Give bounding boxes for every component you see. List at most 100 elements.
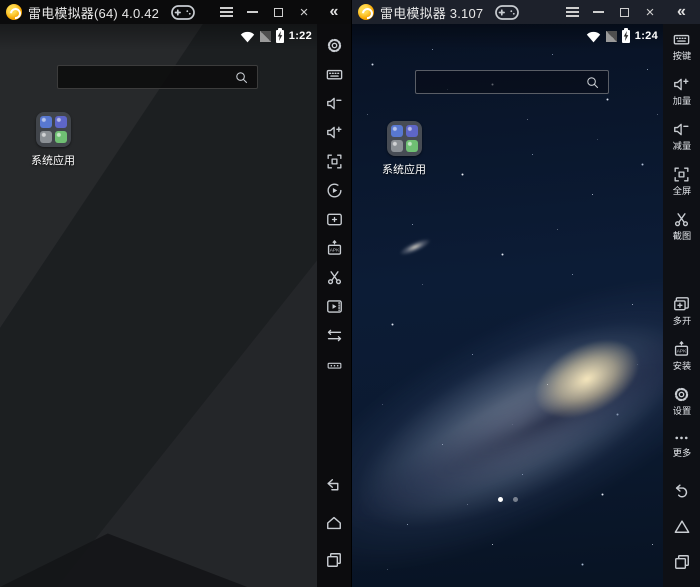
more-button[interactable]: 更多 bbox=[663, 429, 700, 463]
app-system-apps[interactable]: 系统应用 bbox=[376, 121, 432, 177]
maximize-icon bbox=[274, 8, 283, 17]
ellipsis-icon bbox=[672, 433, 691, 446]
home-page-indicator bbox=[352, 497, 663, 502]
more-button[interactable] bbox=[317, 350, 351, 379]
screenshot-button[interactable] bbox=[317, 263, 351, 292]
search-bar[interactable] bbox=[57, 65, 258, 89]
collapse-sidebar-button[interactable]: « bbox=[317, 3, 351, 21]
multi-instance-button[interactable]: 多开 bbox=[663, 294, 700, 328]
recent-apps-icon bbox=[672, 552, 692, 572]
apk-install-button[interactable]: APK 安装 bbox=[663, 339, 700, 373]
keymap-button[interactable]: 按键 bbox=[663, 29, 700, 63]
gear-icon bbox=[325, 36, 344, 55]
menu-button[interactable] bbox=[559, 0, 585, 24]
fullscreen-button[interactable] bbox=[317, 147, 351, 176]
minimize-button[interactable] bbox=[239, 0, 265, 24]
record-play-icon bbox=[325, 181, 344, 200]
volume-down-icon bbox=[672, 120, 691, 139]
nav-back-button[interactable] bbox=[317, 467, 351, 504]
ldplayer-logo-icon bbox=[358, 4, 374, 20]
volume-down-button[interactable]: 减量 bbox=[663, 119, 700, 153]
clock-text: 1:22 bbox=[289, 30, 312, 42]
volume-up-icon bbox=[672, 75, 691, 94]
window-title: 雷电模拟器 3.107 bbox=[380, 3, 483, 22]
no-sim-icon bbox=[260, 31, 271, 42]
screenshot-button[interactable]: 截图 bbox=[663, 209, 700, 243]
swap-arrows-icon bbox=[325, 326, 344, 345]
hamburger-icon bbox=[566, 7, 579, 17]
nav-recents-button[interactable] bbox=[663, 544, 700, 579]
page-dot-inactive bbox=[513, 497, 518, 502]
gamepad-icon[interactable] bbox=[495, 5, 519, 20]
multi-window-plus-icon bbox=[672, 295, 691, 314]
android-screen-right[interactable]: 1:24 系统应用 bbox=[352, 24, 663, 587]
back-icon bbox=[324, 476, 344, 496]
nav-home-button[interactable] bbox=[663, 509, 700, 544]
wallpaper-galaxy bbox=[352, 24, 663, 587]
status-bar-right: 1:24 bbox=[586, 27, 658, 45]
volume-up-button[interactable] bbox=[317, 118, 351, 147]
search-icon bbox=[234, 70, 249, 85]
volume-down-button[interactable] bbox=[317, 89, 351, 118]
close-button[interactable]: × bbox=[637, 0, 663, 24]
keyboard-icon bbox=[325, 65, 344, 84]
volume-up-button[interactable]: 加量 bbox=[663, 74, 700, 108]
ldplayer-logo-icon bbox=[6, 4, 22, 20]
titlebar-right[interactable]: 雷电模拟器 3.107 × « bbox=[352, 0, 700, 24]
keymap-button[interactable] bbox=[317, 60, 351, 89]
keyboard-icon bbox=[672, 30, 691, 49]
close-button[interactable]: × bbox=[291, 0, 317, 24]
scissors-icon bbox=[672, 210, 691, 229]
svg-text:APK: APK bbox=[329, 248, 339, 254]
wifi-icon bbox=[240, 30, 255, 43]
shared-folder-button[interactable] bbox=[317, 205, 351, 234]
recent-apps-icon bbox=[324, 550, 344, 570]
sync-button[interactable] bbox=[317, 321, 351, 350]
apk-install-icon: APK bbox=[672, 340, 691, 359]
collapse-sidebar-button[interactable]: « bbox=[663, 3, 700, 21]
gamepad-icon[interactable] bbox=[171, 5, 195, 20]
nav-home-button[interactable] bbox=[317, 504, 351, 541]
app-label: 系统应用 bbox=[382, 161, 426, 177]
search-bar[interactable] bbox=[415, 70, 609, 94]
maximize-button[interactable] bbox=[265, 0, 291, 24]
maximize-icon bbox=[620, 8, 629, 17]
desktop: 雷电模拟器(64) 4.0.42 × « bbox=[0, 0, 700, 587]
operation-record-button[interactable] bbox=[317, 176, 351, 205]
system-apps-folder-icon bbox=[36, 112, 71, 147]
minimize-icon bbox=[247, 11, 258, 13]
screen-record-button[interactable] bbox=[317, 292, 351, 321]
ellipsis-icon bbox=[325, 355, 344, 374]
status-bar-left: 1:22 bbox=[240, 27, 312, 45]
emulator-window-ldplayer3: 雷电模拟器 3.107 × « bbox=[352, 0, 700, 587]
no-sim-icon bbox=[606, 31, 617, 42]
titlebar-left[interactable]: 雷电模拟器(64) 4.0.42 × « bbox=[0, 0, 351, 24]
emulator-window-ldplayer4: 雷电模拟器(64) 4.0.42 × « bbox=[0, 0, 352, 587]
app-system-apps[interactable]: 系统应用 bbox=[25, 112, 81, 168]
battery-icon bbox=[276, 30, 284, 43]
toolbar-left: APK bbox=[317, 24, 351, 587]
scissors-icon bbox=[325, 268, 344, 287]
back-icon bbox=[672, 482, 692, 502]
volume-down-icon bbox=[325, 94, 344, 113]
page-dot-active bbox=[498, 497, 503, 502]
svg-text:APK: APK bbox=[677, 349, 687, 355]
fullscreen-icon bbox=[672, 165, 691, 184]
home-icon bbox=[324, 513, 344, 533]
minimize-icon bbox=[593, 11, 604, 13]
nav-recents-button[interactable] bbox=[317, 541, 351, 578]
menu-button[interactable] bbox=[213, 0, 239, 24]
home-icon bbox=[672, 517, 692, 537]
fullscreen-icon bbox=[325, 152, 344, 171]
volume-up-icon bbox=[325, 123, 344, 142]
search-icon bbox=[585, 75, 600, 90]
hamburger-icon bbox=[220, 7, 233, 17]
fullscreen-button[interactable]: 全屏 bbox=[663, 164, 700, 198]
maximize-button[interactable] bbox=[611, 0, 637, 24]
nav-back-button[interactable] bbox=[663, 474, 700, 509]
apk-install-button[interactable]: APK bbox=[317, 234, 351, 263]
android-screen-left[interactable]: 1:22 系统应用 bbox=[0, 24, 317, 587]
settings-button[interactable] bbox=[317, 31, 351, 60]
settings-button[interactable]: 设置 bbox=[663, 384, 700, 418]
minimize-button[interactable] bbox=[585, 0, 611, 24]
